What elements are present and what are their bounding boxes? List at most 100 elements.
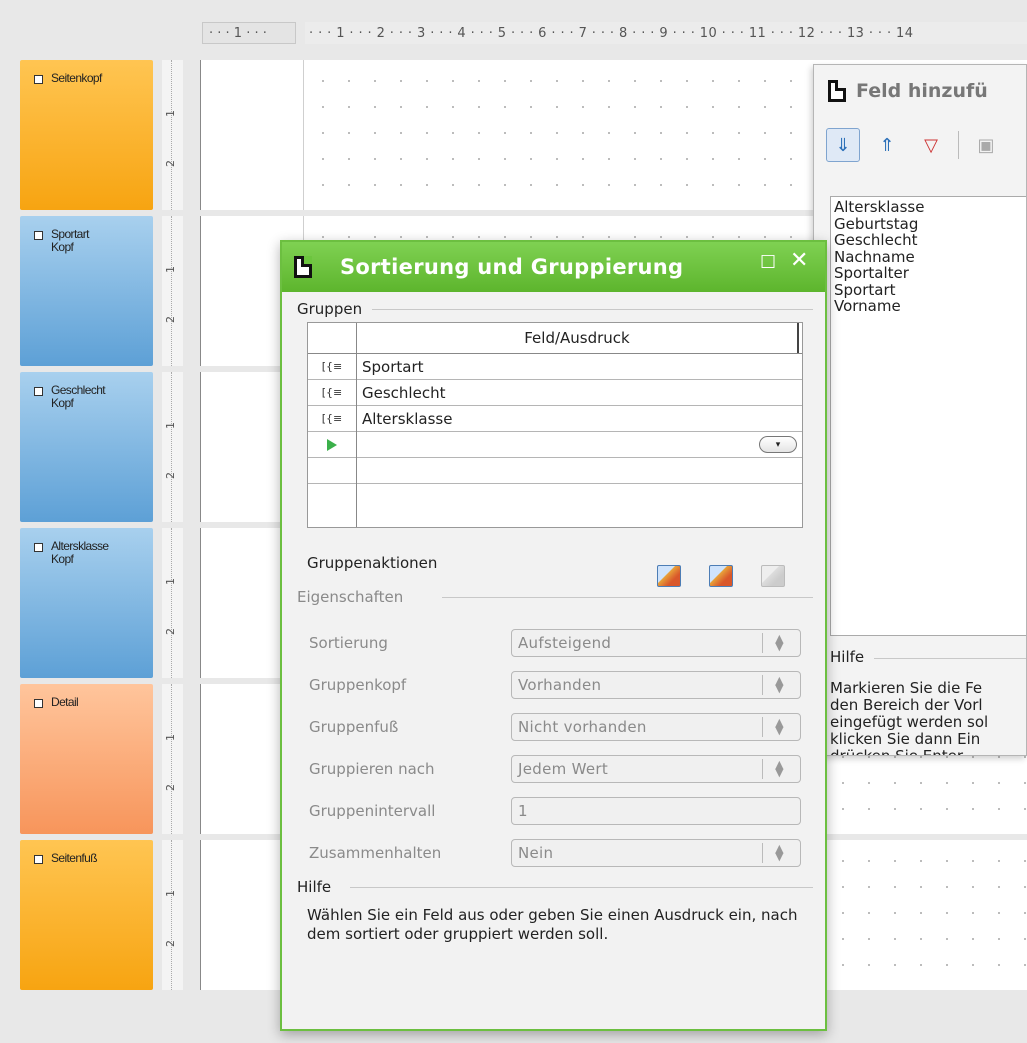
divider [372,309,813,310]
delete-icon [761,565,785,587]
group-interval-label: Gruppenintervall [309,802,436,820]
move-down-icon [709,565,733,587]
new-group-field-cell[interactable]: ▾ [357,432,802,457]
table-row[interactable]: [{≡ Sportart [308,354,802,380]
spin-icon[interactable]: ▲ ▼ [762,843,796,863]
section-page-header[interactable]: Seitenkopf [20,60,153,210]
collapse-checkbox[interactable] [34,855,43,864]
group-interval-input[interactable]: 1 [511,797,801,825]
list-item[interactable]: Nachname [834,248,1026,266]
group-header-value: Vorhanden [518,676,602,694]
group-field-cell[interactable]: Altersklasse [357,406,802,431]
list-item[interactable]: Sportart [834,281,1026,299]
spin-icon[interactable]: ▲ ▼ [762,633,796,653]
dropdown-icon[interactable]: ▾ [759,436,797,453]
table-row-empty [308,458,802,484]
group-footer-value: Nicht vorhanden [518,718,647,736]
document-icon [828,80,846,102]
keep-together-value: Nein [518,844,554,862]
keep-together-label: Zusammenhalten [309,844,442,862]
section-label-text: Sportart Kopf [51,227,89,254]
group-header-select[interactable]: Vorhanden ▲ ▼ [511,671,801,699]
group-interval-value: 1 [518,802,528,820]
section-gender-header[interactable]: Geschlecht Kopf [20,372,153,522]
help-heading: Hilfe [830,648,865,666]
group-footer-select[interactable]: Nicht vorhanden ▲ ▼ [511,713,801,741]
close-icon[interactable]: ✕ [790,248,808,273]
vertical-ruler: 12 [162,840,183,990]
collapse-checkbox[interactable] [34,75,43,84]
field-list[interactable]: Altersklasse Geburtstag Geschlecht Nachn… [830,196,1026,636]
dialog-title: Sortierung und Gruppierung [340,255,684,279]
document-icon [294,256,312,278]
collapse-checkbox[interactable] [34,387,43,396]
remove-filter-icon[interactable]: ▽ [914,128,948,162]
collapse-checkbox[interactable] [34,543,43,552]
add-field-toolbar: ⇓ ⇑ ▽ ▣ [814,117,1026,173]
sort-descending-icon[interactable]: ⇑ [870,128,904,162]
vertical-ruler: 12 [162,684,183,834]
section-label-text: Altersklasse Kopf [51,539,109,566]
section-detail[interactable]: Detail [20,684,153,834]
spin-icon[interactable]: ▲ ▼ [762,717,796,737]
group-field-cell[interactable]: Geschlecht [357,380,802,405]
help-text: Wählen Sie ein Feld aus oder geben Sie e… [307,906,798,943]
sorting-grouping-dialog: Sortierung und Gruppierung ☐ ✕ Gruppen F… [280,240,827,1031]
sort-label: Sortierung [309,634,388,652]
add-field-panel: Feld hinzufü ⇓ ⇑ ▽ ▣ Altersklasse Geburt… [813,64,1027,756]
list-item[interactable]: Geburtstag [834,215,1026,233]
move-up-icon [657,565,681,587]
keep-together-select[interactable]: Nein ▲ ▼ [511,839,801,867]
section-ageclass-header[interactable]: Altersklasse Kopf [20,528,153,678]
help-heading: Hilfe [297,878,332,896]
spin-icon[interactable]: ▲ ▼ [762,675,796,695]
group-field-cell[interactable]: Sportart [357,354,802,379]
table-row[interactable]: [{≡ Altersklasse [308,406,802,432]
dialog-titlebar[interactable]: Sortierung und Gruppierung ☐ ✕ [282,242,825,292]
move-down-button[interactable] [706,561,736,591]
collapse-checkbox[interactable] [34,231,43,240]
insert-icon[interactable]: ▣ [969,128,1003,162]
group-actions-heading: Gruppenaktionen [307,554,438,572]
section-sport-header[interactable]: Sportart Kopf [20,216,153,366]
vertical-ruler: 12 [162,528,183,678]
list-item[interactable]: Altersklasse [834,199,1026,216]
properties-heading: Eigenschaften [297,588,404,606]
table-row-new[interactable]: ▾ [308,432,802,458]
divider [350,887,813,888]
sort-ascending-icon[interactable]: ⇓ [826,128,860,162]
delete-button[interactable] [758,561,788,591]
section-label-text: Detail [51,695,79,709]
sort-value: Aufsteigend [518,634,612,652]
collapse-checkbox[interactable] [34,699,43,708]
list-item[interactable]: Geschlecht [834,232,1026,249]
group-by-label: Gruppieren nach [309,760,435,778]
add-field-title: Feld hinzufü [814,65,1026,117]
section-label-text: Seitenfuß [51,851,98,865]
vertical-ruler: 12 [162,372,183,522]
table-header: Feld/Ausdruck [308,323,802,354]
toolbar-separator [958,131,959,159]
list-item[interactable]: Vorname [834,298,1026,315]
left-ruler-header: · · · 1 · · · [202,22,296,44]
vertical-ruler: 12 [162,216,183,366]
divider [442,597,813,598]
maximize-icon[interactable]: ☐ [760,252,776,273]
vertical-ruler: 12 [162,60,183,210]
table-row[interactable]: [{≡ Geschlecht [308,380,802,406]
horizontal-ruler: · · · 1 · · · 2 · · · 3 · · · 4 · · · 5 … [305,22,1027,44]
spin-icon[interactable]: ▲ ▼ [762,759,796,779]
section-label-text: Geschlecht Kopf [51,383,106,410]
divider [874,658,1026,659]
group-by-select[interactable]: Jedem Wert ▲ ▼ [511,755,801,783]
section-label-text: Seitenkopf [51,71,102,85]
groups-heading: Gruppen [297,300,363,318]
group-by-value: Jedem Wert [518,760,609,778]
section-page-footer[interactable]: Seitenfuß [20,840,153,990]
sort-select[interactable]: Aufsteigend ▲ ▼ [511,629,801,657]
add-field-title-text: Feld hinzufü [856,80,988,102]
groups-table[interactable]: Feld/Ausdruck [{≡ Sportart [{≡ Geschlech… [307,322,803,528]
move-up-button[interactable] [654,561,684,591]
column-header: Feld/Ausdruck [357,323,799,353]
list-item[interactable]: Sportalter [834,265,1026,282]
